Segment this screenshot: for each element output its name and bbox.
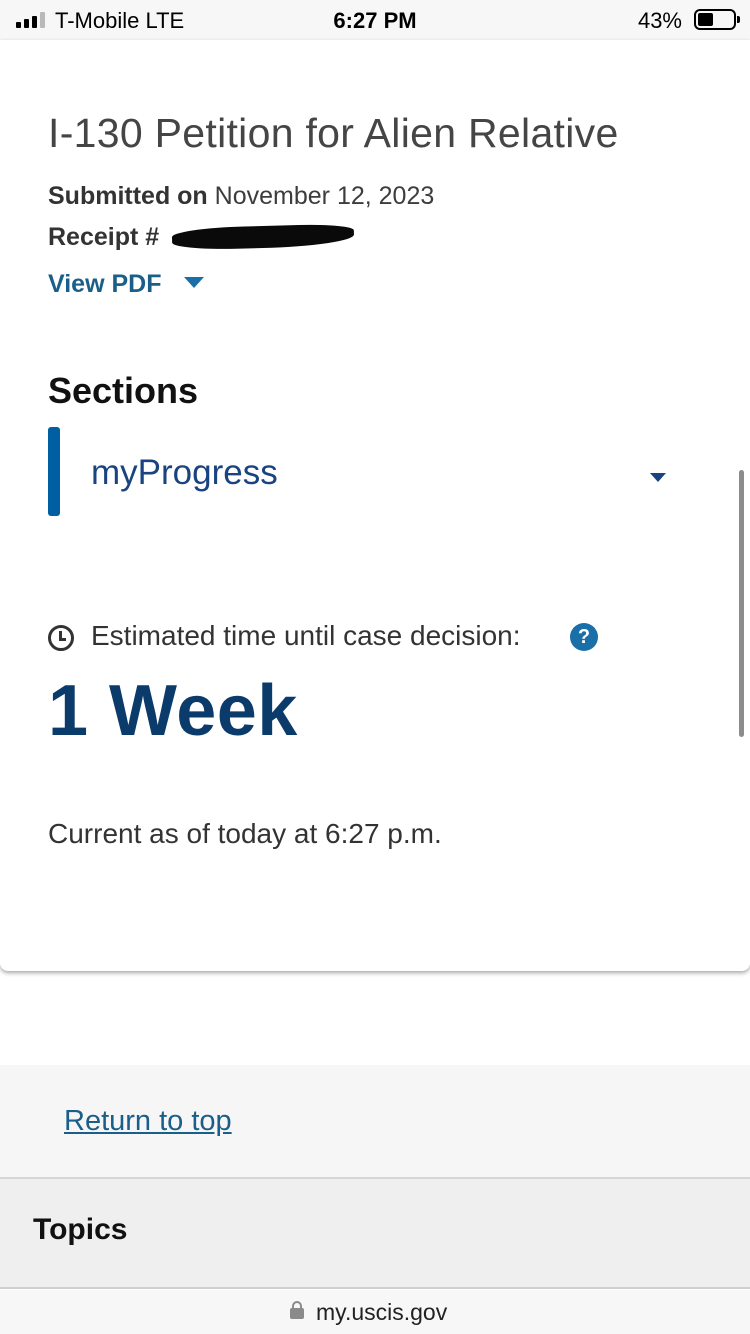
scrollbar[interactable] (739, 470, 744, 737)
topics-label: Topics (33, 1213, 128, 1246)
help-icon[interactable]: ? (570, 623, 598, 651)
battery-percent: 43% (637, 8, 682, 33)
section-selected-label: myProgress (91, 453, 278, 492)
sections-heading: Sections (48, 370, 199, 411)
estimate-value: 1 Week (48, 671, 298, 751)
submitted-date: November 12, 2023 (214, 182, 435, 210)
url-text[interactable]: my.uscis.gov (316, 1299, 447, 1326)
chevron-down-icon (184, 277, 205, 288)
clock-icon (48, 625, 74, 651)
submitted-line: Submitted on November 12, 2023 (48, 182, 434, 211)
case-card: I-130 Petition for Alien Relative Submit… (0, 40, 750, 971)
status-bar: T-Mobile LTE 6:27 PM 43% (0, 0, 750, 40)
receipt-label: Receipt # (48, 223, 160, 251)
page-title: I-130 Petition for Alien Relative (48, 110, 619, 156)
receipt-redaction (171, 223, 355, 251)
chevron-down-icon (650, 473, 666, 482)
section-dropdown[interactable]: myProgress (48, 427, 684, 516)
receipt-line: Receipt # (48, 223, 355, 252)
lock-icon (290, 1301, 304, 1319)
battery-icon (694, 9, 740, 30)
section-accent-bar (48, 427, 60, 516)
view-pdf-label: View PDF (48, 270, 162, 298)
return-to-top-band: Return to top (0, 1065, 750, 1177)
submitted-label: Submitted on (48, 182, 208, 210)
browser-url-bar[interactable]: my.uscis.gov (0, 1290, 750, 1334)
current-as-of: Current as of today at 6:27 p.m. (48, 818, 442, 849)
return-to-top-link[interactable]: Return to top (64, 1105, 232, 1138)
view-pdf-button[interactable]: View PDF (48, 270, 205, 299)
topics-accordion[interactable]: Topics (0, 1177, 750, 1289)
estimate-label: Estimated time until case decision: (91, 620, 521, 651)
